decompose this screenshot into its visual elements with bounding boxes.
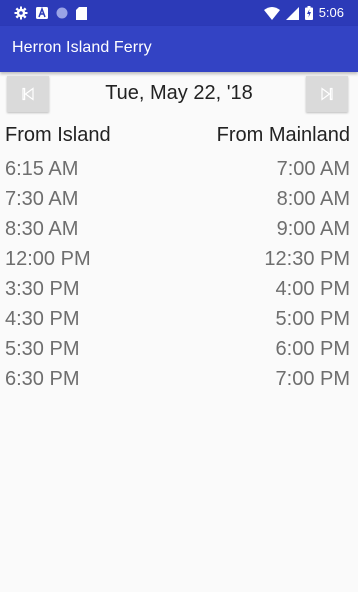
island-departure-time: 4:30 PM [5, 308, 80, 330]
schedule-row: 6:30 PM 7:00 PM [0, 364, 358, 394]
island-departure-time: 6:15 AM [5, 158, 79, 180]
mainland-departure-time: 12:30 PM [264, 248, 350, 270]
skip-previous-icon [7, 87, 49, 101]
selected-date: Tue, May 22, '18 [105, 82, 253, 104]
from-island-header: From Island [5, 124, 111, 146]
signal-icon [285, 6, 299, 20]
status-left-icons [14, 6, 87, 20]
from-mainland-header: From Mainland [216, 124, 350, 146]
circle-icon [56, 7, 68, 19]
mainland-departure-time: 7:00 PM [275, 368, 350, 390]
mainland-departure-time: 9:00 AM [276, 218, 350, 240]
a-icon [36, 7, 48, 19]
status-time: 5:06 [318, 5, 344, 20]
schedule-row: 5:30 PM 6:00 PM [0, 334, 358, 364]
island-departure-time: 6:30 PM [5, 368, 80, 390]
skip-next-icon [306, 87, 348, 101]
island-departure-time: 8:30 AM [5, 218, 79, 240]
mainland-departure-time: 7:00 AM [276, 158, 350, 180]
schedule-header: From Island From Mainland [0, 124, 358, 150]
wifi-icon [263, 6, 280, 20]
schedule-row: 4:30 PM 5:00 PM [0, 304, 358, 334]
schedule-row: 8:30 AM 9:00 AM [0, 214, 358, 244]
next-day-button[interactable] [306, 76, 348, 112]
app-bar: Herron Island Ferry [0, 26, 358, 72]
mainland-departure-time: 6:00 PM [275, 338, 350, 360]
status-bar: 5:06 [0, 0, 358, 26]
schedule-row: 3:30 PM 4:00 PM [0, 274, 358, 304]
island-departure-time: 3:30 PM [5, 278, 80, 300]
previous-day-button[interactable] [7, 76, 49, 112]
mainland-departure-time: 5:00 PM [275, 308, 350, 330]
island-departure-time: 12:00 PM [5, 248, 91, 270]
schedule-row: 7:30 AM 8:00 AM [0, 184, 358, 214]
island-departure-time: 5:30 PM [5, 338, 80, 360]
schedule-row: 6:15 AM 7:00 AM [0, 154, 358, 184]
battery-charging-icon [304, 6, 313, 20]
sd-card-icon [76, 6, 87, 20]
schedule-list: 6:15 AM 7:00 AM 7:30 AM 8:00 AM 8:30 AM … [0, 154, 358, 394]
date-navigation: Tue, May 22, '18 [0, 76, 358, 116]
mainland-departure-time: 8:00 AM [276, 188, 350, 210]
schedule-row: 12:00 PM 12:30 PM [0, 244, 358, 274]
mainland-departure-time: 4:00 PM [275, 278, 350, 300]
settings-icon [14, 6, 28, 20]
app-title: Herron Island Ferry [12, 39, 152, 56]
island-departure-time: 7:30 AM [5, 188, 79, 210]
status-right-icons: 5:06 [263, 5, 344, 21]
